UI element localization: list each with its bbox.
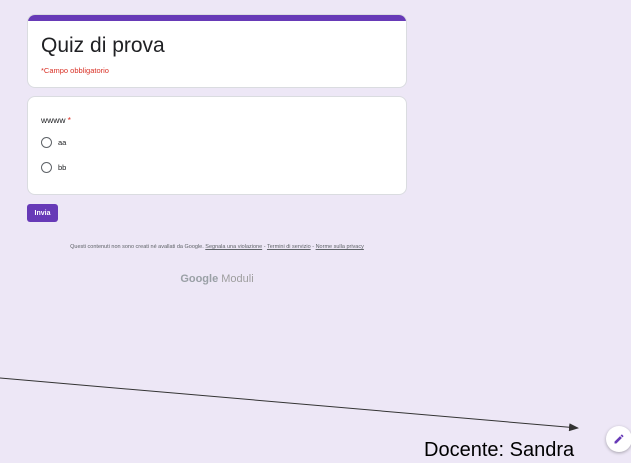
edit-button[interactable] — [606, 426, 631, 452]
pencil-icon — [614, 434, 624, 444]
annotation-arrow — [0, 377, 579, 432]
teacher-caption: Docente: Sandra — [424, 439, 575, 461]
